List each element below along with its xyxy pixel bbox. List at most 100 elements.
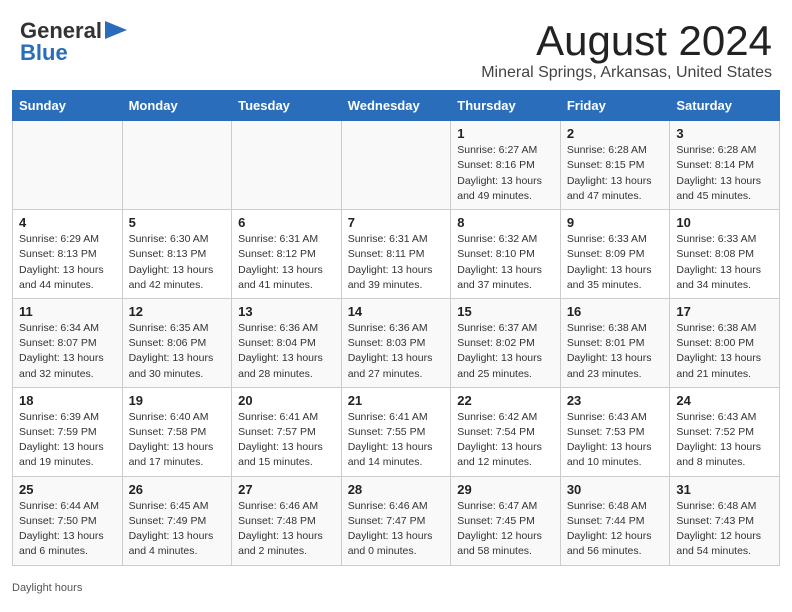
calendar-cell: 3 Sunrise: 6:28 AM Sunset: 8:14 PM Daylig… (670, 121, 780, 210)
day-number: 20 (238, 393, 335, 408)
footer-note: Daylight hours (12, 582, 82, 594)
day-number: 27 (238, 482, 335, 497)
day-info: Sunrise: 6:38 AM Sunset: 8:01 PM Dayligh… (567, 321, 664, 382)
col-sunday: Sunday (13, 91, 123, 121)
day-info: Sunrise: 6:33 AM Sunset: 8:08 PM Dayligh… (676, 232, 773, 293)
calendar-cell: 19 Sunrise: 6:40 AM Sunset: 7:58 PM Dayli… (122, 387, 232, 476)
calendar-cell: 4Sunrise: 6:29 AM Sunset: 8:13 PM Daylig… (13, 210, 123, 299)
col-wednesday: Wednesday (341, 91, 451, 121)
day-number: 21 (348, 393, 445, 408)
logo-arrow-icon (105, 21, 127, 39)
day-info: Sunrise: 6:31 AM Sunset: 8:12 PM Dayligh… (238, 232, 335, 293)
calendar-cell: 30Sunrise: 6:48 AM Sunset: 7:44 PM Dayli… (560, 476, 670, 565)
day-info: Sunrise: 6:47 AM Sunset: 7:45 PM Dayligh… (457, 499, 554, 560)
calendar-cell: 24 Sunrise: 6:43 AM Sunset: 7:52 PM Dayli… (670, 387, 780, 476)
calendar-cell: 16 Sunrise: 6:38 AM Sunset: 8:01 PM Dayli… (560, 298, 670, 387)
day-number: 2 (567, 126, 664, 141)
day-info: Sunrise: 6:27 AM Sunset: 8:16 PM Dayligh… (457, 143, 554, 204)
calendar-cell: 26 Sunrise: 6:45 AM Sunset: 7:49 PM Dayli… (122, 476, 232, 565)
calendar-week-row: 18 Sunrise: 6:39 AM Sunset: 7:59 PM Dayli… (13, 387, 780, 476)
day-number: 8 (457, 215, 554, 230)
day-info: Sunrise: 6:42 AM Sunset: 7:54 PM Dayligh… (457, 410, 554, 471)
day-info: Sunrise: 6:40 AM Sunset: 7:58 PM Dayligh… (129, 410, 226, 471)
day-info: Sunrise: 6:38 AM Sunset: 8:00 PM Dayligh… (676, 321, 773, 382)
day-info: Sunrise: 6:37 AM Sunset: 8:02 PM Dayligh… (457, 321, 554, 382)
calendar-cell: 7Sunrise: 6:31 AM Sunset: 8:11 PM Daylig… (341, 210, 451, 299)
day-info: Sunrise: 6:35 AM Sunset: 8:06 PM Dayligh… (129, 321, 226, 382)
calendar-cell: 18 Sunrise: 6:39 AM Sunset: 7:59 PM Dayli… (13, 387, 123, 476)
day-number: 10 (676, 215, 773, 230)
col-thursday: Thursday (451, 91, 561, 121)
header-area: General Blue August 2024 Mineral Springs… (0, 0, 792, 90)
day-info: Sunrise: 6:28 AM Sunset: 8:14 PM Dayligh… (676, 143, 773, 204)
calendar-cell: 28Sunrise: 6:46 AM Sunset: 7:47 PM Dayli… (341, 476, 451, 565)
day-info: Sunrise: 6:36 AM Sunset: 8:03 PM Dayligh… (348, 321, 445, 382)
col-friday: Friday (560, 91, 670, 121)
day-info: Sunrise: 6:44 AM Sunset: 7:50 PM Dayligh… (19, 499, 116, 560)
location-title: Mineral Springs, Arkansas, United States (481, 64, 772, 82)
month-title: August 2024 (481, 18, 772, 64)
day-number: 13 (238, 304, 335, 319)
day-info: Sunrise: 6:31 AM Sunset: 8:11 PM Dayligh… (348, 232, 445, 293)
day-number: 22 (457, 393, 554, 408)
calendar-cell (232, 121, 342, 210)
day-number: 3 (676, 126, 773, 141)
day-info: Sunrise: 6:43 AM Sunset: 7:53 PM Dayligh… (567, 410, 664, 471)
calendar-week-row: 11Sunrise: 6:34 AM Sunset: 8:07 PM Dayli… (13, 298, 780, 387)
calendar-cell: 17 Sunrise: 6:38 AM Sunset: 8:00 PM Dayli… (670, 298, 780, 387)
day-number: 17 (676, 304, 773, 319)
day-info: Sunrise: 6:48 AM Sunset: 7:44 PM Dayligh… (567, 499, 664, 560)
day-info: Sunrise: 6:41 AM Sunset: 7:57 PM Dayligh… (238, 410, 335, 471)
day-number: 19 (129, 393, 226, 408)
day-number: 18 (19, 393, 116, 408)
calendar-header-row: Sunday Monday Tuesday Wednesday Thursday… (13, 91, 780, 121)
day-info: Sunrise: 6:48 AM Sunset: 7:43 PM Dayligh… (676, 499, 773, 560)
col-saturday: Saturday (670, 91, 780, 121)
day-info: Sunrise: 6:34 AM Sunset: 8:07 PM Dayligh… (19, 321, 116, 382)
calendar-cell: 1 Sunrise: 6:27 AM Sunset: 8:16 PM Daylig… (451, 121, 561, 210)
day-number: 28 (348, 482, 445, 497)
day-info: Sunrise: 6:33 AM Sunset: 8:09 PM Dayligh… (567, 232, 664, 293)
day-info: Sunrise: 6:45 AM Sunset: 7:49 PM Dayligh… (129, 499, 226, 560)
title-block: August 2024 Mineral Springs, Arkansas, U… (481, 18, 772, 82)
calendar-cell: 15 Sunrise: 6:37 AM Sunset: 8:02 PM Dayli… (451, 298, 561, 387)
day-number: 25 (19, 482, 116, 497)
calendar-cell: 12Sunrise: 6:35 AM Sunset: 8:06 PM Dayli… (122, 298, 232, 387)
day-info: Sunrise: 6:30 AM Sunset: 8:13 PM Dayligh… (129, 232, 226, 293)
day-info: Sunrise: 6:43 AM Sunset: 7:52 PM Dayligh… (676, 410, 773, 471)
calendar-week-row: 25 Sunrise: 6:44 AM Sunset: 7:50 PM Dayli… (13, 476, 780, 565)
day-number: 31 (676, 482, 773, 497)
calendar-week-row: 1 Sunrise: 6:27 AM Sunset: 8:16 PM Daylig… (13, 121, 780, 210)
day-info: Sunrise: 6:39 AM Sunset: 7:59 PM Dayligh… (19, 410, 116, 471)
col-monday: Monday (122, 91, 232, 121)
calendar-cell: 21Sunrise: 6:41 AM Sunset: 7:55 PM Dayli… (341, 387, 451, 476)
calendar-cell: 13 Sunrise: 6:36 AM Sunset: 8:04 PM Dayli… (232, 298, 342, 387)
day-info: Sunrise: 6:28 AM Sunset: 8:15 PM Dayligh… (567, 143, 664, 204)
day-number: 14 (348, 304, 445, 319)
day-number: 26 (129, 482, 226, 497)
calendar-cell: 14 Sunrise: 6:36 AM Sunset: 8:03 PM Dayli… (341, 298, 451, 387)
calendar-cell (122, 121, 232, 210)
calendar-cell: 8 Sunrise: 6:32 AM Sunset: 8:10 PM Daylig… (451, 210, 561, 299)
calendar-cell: 2 Sunrise: 6:28 AM Sunset: 8:15 PM Daylig… (560, 121, 670, 210)
day-number: 1 (457, 126, 554, 141)
day-number: 9 (567, 215, 664, 230)
calendar-wrapper: Sunday Monday Tuesday Wednesday Thursday… (0, 90, 792, 577)
logo: General Blue (20, 18, 127, 66)
day-number: 16 (567, 304, 664, 319)
logo-blue-text: Blue (20, 40, 68, 66)
day-info: Sunrise: 6:32 AM Sunset: 8:10 PM Dayligh… (457, 232, 554, 293)
calendar-cell: 22 Sunrise: 6:42 AM Sunset: 7:54 PM Dayli… (451, 387, 561, 476)
calendar-cell: 9 Sunrise: 6:33 AM Sunset: 8:09 PM Daylig… (560, 210, 670, 299)
day-number: 24 (676, 393, 773, 408)
col-tuesday: Tuesday (232, 91, 342, 121)
day-number: 23 (567, 393, 664, 408)
day-info: Sunrise: 6:36 AM Sunset: 8:04 PM Dayligh… (238, 321, 335, 382)
day-number: 4 (19, 215, 116, 230)
calendar-cell: 11Sunrise: 6:34 AM Sunset: 8:07 PM Dayli… (13, 298, 123, 387)
day-number: 15 (457, 304, 554, 319)
calendar-cell: 29 Sunrise: 6:47 AM Sunset: 7:45 PM Dayli… (451, 476, 561, 565)
footer: Daylight hours (0, 578, 792, 602)
calendar-cell (341, 121, 451, 210)
day-number: 29 (457, 482, 554, 497)
